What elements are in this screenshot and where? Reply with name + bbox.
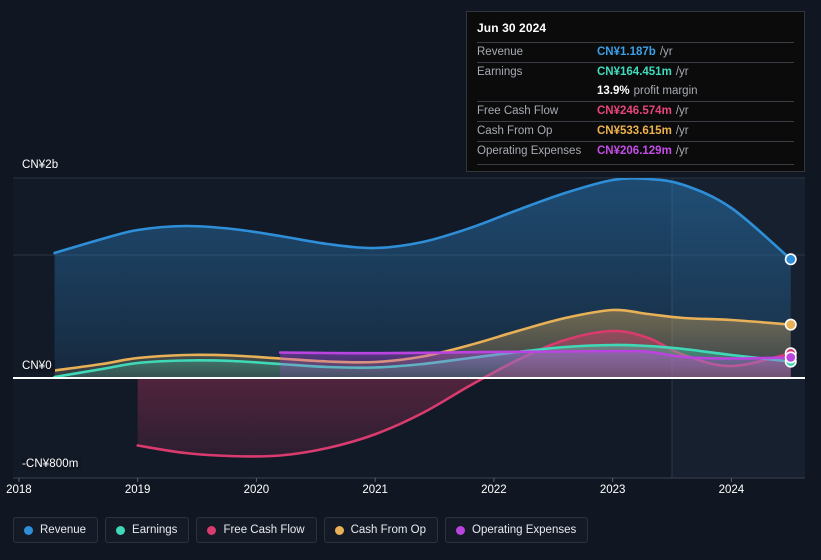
series-endpoint-revenue bbox=[784, 253, 797, 266]
legend-item-operating-expenses[interactable]: Operating Expenses bbox=[445, 517, 589, 543]
y-axis-label-zero: CN¥0 bbox=[22, 360, 55, 372]
tooltip-row-value-group: CN¥246.574m/yr bbox=[597, 105, 689, 117]
tooltip-row-value-group: 13.9% profit margin bbox=[597, 85, 698, 97]
legend-color-dot-icon bbox=[334, 525, 344, 535]
chart-tooltip: Jun 30 2024 Revenue CN¥1.187b/yr Earnings C… bbox=[466, 11, 805, 172]
tooltip-row-label: Cash From Op bbox=[477, 125, 553, 137]
legend-item-label: Revenue bbox=[40, 524, 87, 536]
legend-color-dot-icon bbox=[456, 525, 466, 535]
tooltip-row-value: 13.9% bbox=[597, 85, 630, 97]
legend-item-label: Cash From Op bbox=[350, 524, 427, 536]
y-axis-label-bottom: -CN¥800m bbox=[22, 458, 82, 470]
tooltip-row-unit: /yr bbox=[659, 46, 673, 58]
tooltip-row-value: CN¥206.129m bbox=[597, 145, 672, 157]
x-axis-label-2018: 2018 bbox=[6, 484, 32, 496]
tooltip-row-value-group: CN¥164.451m/yr bbox=[597, 66, 689, 78]
legend-color-dot-icon bbox=[207, 525, 217, 535]
tooltip-row: Revenue CN¥1.187b/yr bbox=[477, 42, 794, 62]
x-axis-label-2023: 2023 bbox=[599, 484, 626, 496]
tooltip-row-value: CN¥533.615m bbox=[597, 125, 672, 137]
tooltip-row-value-group: CN¥533.615m/yr bbox=[597, 125, 689, 137]
tooltip-row-label: Earnings bbox=[477, 66, 523, 78]
legend-item-free-cash-flow[interactable]: Free Cash Flow bbox=[196, 517, 317, 543]
tooltip-row-label: Revenue bbox=[477, 46, 524, 58]
legend-item-label: Operating Expenses bbox=[472, 524, 577, 536]
legend-item-revenue[interactable]: Revenue bbox=[13, 517, 99, 543]
legend-color-dot-icon bbox=[24, 525, 33, 535]
tooltip-row-unit: /yr bbox=[675, 66, 689, 78]
legend-item-cash-from-op[interactable]: Cash From Op bbox=[323, 517, 439, 543]
legend-item-label: Free Cash Flow bbox=[223, 524, 305, 536]
tooltip-row-unit: /yr bbox=[675, 145, 689, 157]
tooltip-row: Operating Expenses CN¥206.129m/yr bbox=[477, 141, 794, 161]
tooltip-row-value: CN¥164.451m bbox=[597, 66, 672, 78]
x-axis-label-2020: 2020 bbox=[243, 484, 270, 496]
tooltip-row-value-group: CN¥1.187b/yr bbox=[597, 46, 673, 58]
tooltip-row: Cash From Op CN¥533.615m/yr bbox=[477, 121, 794, 141]
tooltip-row: Earnings CN¥164.451m/yr bbox=[477, 62, 794, 82]
tooltip-bottom-rule bbox=[477, 164, 794, 165]
financial-chart: CN¥2b CN¥0 -CN¥800m 2018 2019 2020 2021 2022… bbox=[0, 0, 821, 560]
tooltip-date: Jun 30 2024 bbox=[477, 21, 547, 35]
x-axis-label-2019: 2019 bbox=[124, 484, 151, 496]
y-axis-label-top: CN¥2b bbox=[22, 159, 62, 171]
tooltip-row: Free Cash Flow CN¥246.574m/yr bbox=[477, 101, 794, 121]
tooltip-row-label: Free Cash Flow bbox=[477, 105, 559, 117]
legend-item-label: Earnings bbox=[132, 524, 178, 536]
x-axis-label-2024: 2024 bbox=[718, 484, 745, 496]
x-axis-label-2021: 2021 bbox=[362, 484, 388, 496]
x-axis-label-2022: 2022 bbox=[481, 484, 507, 496]
tooltip-row-value: CN¥1.187b bbox=[597, 46, 656, 58]
tooltip-row-unit: profit margin bbox=[633, 85, 698, 97]
tooltip-row-value-group: CN¥206.129m/yr bbox=[597, 145, 689, 157]
chart-legend: Revenue Earnings Free Cash Flow Cash From O… bbox=[13, 517, 589, 543]
legend-color-dot-icon bbox=[116, 525, 126, 535]
tooltip-row-value: CN¥246.574m bbox=[597, 105, 672, 117]
tooltip-row-unit: /yr bbox=[675, 125, 689, 137]
series-endpoint-operating-expenses bbox=[784, 351, 797, 364]
tooltip-row: 13.9% profit margin bbox=[477, 82, 794, 101]
legend-item-earnings[interactable]: Earnings bbox=[105, 517, 190, 543]
tooltip-rows: Revenue CN¥1.187b/yr Earnings CN¥164.451m/y… bbox=[477, 42, 794, 161]
tooltip-row-unit: /yr bbox=[675, 105, 689, 117]
tooltip-row-label: Operating Expenses bbox=[477, 145, 582, 157]
series-endpoint-cash-from-op bbox=[784, 318, 797, 331]
